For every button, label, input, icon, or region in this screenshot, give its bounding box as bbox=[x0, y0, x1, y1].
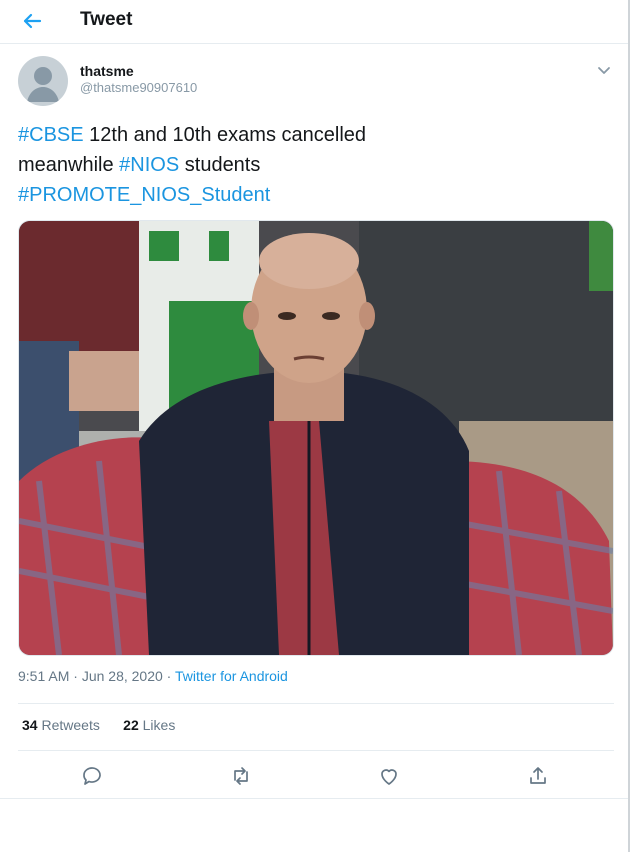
meta-separator: · bbox=[69, 668, 82, 684]
page-title: Tweet bbox=[80, 9, 133, 30]
divider bbox=[0, 798, 628, 799]
author-display-name[interactable]: thatsme bbox=[80, 63, 134, 79]
tweet-stats: 34 Retweets 22 Likes bbox=[22, 717, 175, 733]
hashtag-promote-nios-student[interactable]: #PROMOTE_NIOS_Student bbox=[18, 184, 270, 206]
meta-separator: · bbox=[162, 668, 175, 684]
tweet-text: #CBSE 12th and 10th exams cancelled mean… bbox=[18, 120, 578, 210]
tweet-text-segment: meanwhile bbox=[18, 154, 120, 176]
retweets-label: Retweets bbox=[41, 717, 100, 733]
retweets-stat[interactable]: 34 Retweets bbox=[22, 717, 100, 733]
tweet-media-image[interactable] bbox=[18, 220, 614, 656]
tweet-time: 9:51 AM bbox=[18, 668, 70, 684]
window-border bbox=[628, 0, 630, 852]
chevron-down-icon[interactable] bbox=[594, 60, 614, 80]
divider bbox=[18, 703, 614, 704]
retweets-count: 34 bbox=[22, 717, 38, 733]
header: Tweet bbox=[0, 0, 628, 42]
meme-photo bbox=[19, 221, 613, 655]
divider bbox=[18, 750, 614, 751]
hashtag-cbse[interactable]: #CBSE bbox=[18, 124, 84, 146]
tweet-date: Jun 28, 2020 bbox=[81, 668, 163, 684]
reply-icon[interactable] bbox=[80, 764, 104, 788]
heart-icon[interactable] bbox=[377, 764, 401, 788]
tweet-line-1: #CBSE 12th and 10th exams cancelled bbox=[18, 120, 578, 150]
hashtag-nios[interactable]: #NIOS bbox=[119, 154, 179, 176]
tweet-source-link[interactable]: Twitter for Android bbox=[175, 668, 288, 684]
likes-count: 22 bbox=[123, 717, 139, 733]
tweet-meta: 9:51 AM · Jun 28, 2020 · Twitter for And… bbox=[18, 668, 288, 684]
tweet-text-segment: 12th and 10th exams cancelled bbox=[83, 124, 367, 146]
avatar[interactable] bbox=[18, 56, 68, 106]
retweet-icon[interactable] bbox=[229, 764, 253, 788]
default-user-icon bbox=[27, 67, 59, 102]
back-arrow-icon[interactable] bbox=[20, 9, 44, 33]
tweet-line-2: meanwhile #NIOS students bbox=[18, 150, 578, 180]
tweet-text-segment: students bbox=[179, 154, 261, 176]
tweet-line-3: #PROMOTE_NIOS_Student bbox=[18, 180, 578, 210]
header-divider bbox=[0, 43, 628, 44]
likes-label: Likes bbox=[142, 717, 176, 733]
likes-stat[interactable]: 22 Likes bbox=[123, 717, 175, 733]
share-icon[interactable] bbox=[526, 764, 550, 788]
author-handle[interactable]: @thatsme90907610 bbox=[80, 80, 197, 95]
